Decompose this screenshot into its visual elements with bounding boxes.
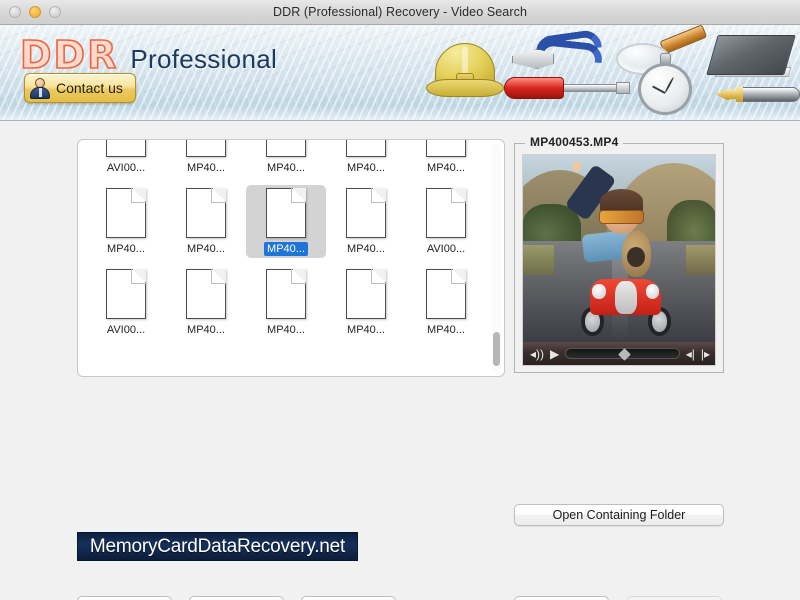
file-item[interactable]: MP40... bbox=[326, 185, 406, 258]
file-item-label: MP40... bbox=[264, 242, 308, 256]
pen-icon bbox=[716, 83, 800, 107]
file-item-label: MP40... bbox=[344, 242, 388, 256]
file-item-label: MP40... bbox=[264, 323, 308, 337]
zoom-button[interactable] bbox=[49, 6, 61, 18]
file-item-label: MP40... bbox=[264, 161, 308, 175]
document-icon bbox=[266, 269, 306, 319]
pliers-icon bbox=[512, 33, 608, 79]
file-item[interactable]: MP40... bbox=[326, 266, 406, 339]
video-player-controls: ◂)) ▶ ◂| |▸ bbox=[523, 341, 716, 365]
app-logo: DDR Professional bbox=[20, 33, 277, 77]
file-item-label: MP40... bbox=[184, 161, 228, 175]
volume-icon[interactable]: ◂)) bbox=[530, 348, 544, 360]
document-icon bbox=[426, 188, 466, 238]
file-item[interactable]: MP40... bbox=[246, 185, 326, 258]
next-button: Next > bbox=[627, 596, 722, 600]
file-item-label: MP40... bbox=[184, 242, 228, 256]
document-icon bbox=[346, 188, 386, 238]
exit-button[interactable]: Exit bbox=[301, 596, 396, 600]
help-button[interactable]: Help bbox=[77, 596, 172, 600]
file-item[interactable]: MP40... bbox=[246, 266, 326, 339]
file-item[interactable]: AVI00... bbox=[86, 266, 166, 339]
file-item[interactable]: AVI00... bbox=[86, 139, 166, 177]
file-list-scrollbar[interactable] bbox=[492, 144, 501, 372]
contact-us-button[interactable]: Contact us bbox=[24, 73, 136, 103]
application-window: DDR (Professional) Recovery - Video Sear… bbox=[0, 0, 800, 600]
file-item[interactable]: MP40... bbox=[166, 139, 246, 177]
file-item-label: MP40... bbox=[184, 323, 228, 337]
window-title: DDR (Professional) Recovery - Video Sear… bbox=[0, 5, 800, 19]
file-item-label: AVI00... bbox=[104, 161, 148, 175]
logo-ddr-text: DDR bbox=[20, 33, 118, 77]
file-item-label: MP40... bbox=[104, 242, 148, 256]
document-icon bbox=[426, 139, 466, 157]
app-header-banner: DDR Professional Contact us bbox=[0, 25, 800, 121]
file-item-label: MP40... bbox=[344, 323, 388, 337]
document-icon bbox=[106, 188, 146, 238]
file-item-label: AVI00... bbox=[424, 242, 468, 256]
file-item-label: MP40... bbox=[424, 323, 468, 337]
window-controls bbox=[9, 6, 61, 18]
file-item[interactable]: MP40... bbox=[406, 139, 486, 177]
scrubber-handle[interactable] bbox=[618, 348, 631, 361]
header-tool-illustrations bbox=[416, 25, 796, 121]
document-icon bbox=[106, 269, 146, 319]
minimize-button[interactable] bbox=[29, 6, 41, 18]
file-item[interactable]: MP40... bbox=[86, 185, 166, 258]
file-item[interactable]: MP40... bbox=[166, 185, 246, 258]
document-icon bbox=[266, 139, 306, 157]
document-icon bbox=[186, 188, 226, 238]
document-icon bbox=[346, 269, 386, 319]
open-containing-folder-button[interactable]: Open Containing Folder bbox=[514, 504, 724, 526]
step-forward-button[interactable]: |▸ bbox=[701, 348, 710, 360]
title-bar: DDR (Professional) Recovery - Video Sear… bbox=[0, 0, 800, 25]
screwdriver-icon bbox=[504, 75, 632, 101]
about-button[interactable]: About bbox=[189, 596, 284, 600]
file-item[interactable]: MP40... bbox=[166, 266, 246, 339]
watermark-banner: MemoryCardDataRecovery.net bbox=[77, 532, 358, 561]
watermark-text: MemoryCardDataRecovery.net bbox=[90, 536, 345, 558]
recovered-files-list[interactable]: AVI00... MP40... MP40... MP40... MP40... MP40… bbox=[77, 139, 505, 377]
video-scrubber[interactable] bbox=[565, 348, 679, 359]
file-grid: AVI00... MP40... MP40... MP40... MP40... MP40… bbox=[78, 139, 490, 345]
close-button[interactable] bbox=[9, 6, 21, 18]
contact-us-label: Contact us bbox=[56, 80, 123, 96]
preview-file-name: MP400453.MP4 bbox=[525, 135, 623, 149]
book-icon bbox=[712, 35, 792, 85]
file-item-label: MP40... bbox=[344, 161, 388, 175]
back-button[interactable]: < Back bbox=[514, 596, 609, 600]
document-icon bbox=[346, 139, 386, 157]
video-preview[interactable]: ◂)) ▶ ◂| |▸ bbox=[522, 154, 716, 366]
file-item[interactable]: MP40... bbox=[406, 266, 486, 339]
logo-professional-text: Professional bbox=[130, 44, 277, 75]
scrollbar-thumb[interactable] bbox=[493, 332, 500, 366]
document-icon bbox=[106, 139, 146, 157]
file-item[interactable]: MP40... bbox=[326, 139, 406, 177]
file-item[interactable]: MP40... bbox=[246, 139, 326, 177]
document-icon bbox=[426, 269, 466, 319]
person-icon bbox=[30, 77, 50, 99]
preview-panel: MP400453.MP4 bbox=[514, 143, 724, 373]
document-icon bbox=[266, 188, 306, 238]
play-button[interactable]: ▶ bbox=[550, 348, 559, 360]
step-back-button[interactable]: ◂| bbox=[686, 348, 695, 360]
hard-hat-icon bbox=[426, 43, 504, 101]
document-icon bbox=[186, 269, 226, 319]
file-item-label: MP40... bbox=[424, 161, 468, 175]
file-item[interactable]: AVI00... bbox=[406, 185, 486, 258]
file-item-label: AVI00... bbox=[104, 323, 148, 337]
main-content: AVI00... MP40... MP40... MP40... MP40... MP40… bbox=[0, 121, 800, 599]
stopwatch-icon bbox=[638, 53, 694, 115]
document-icon bbox=[186, 139, 226, 157]
video-thumbnail-image bbox=[523, 155, 716, 343]
